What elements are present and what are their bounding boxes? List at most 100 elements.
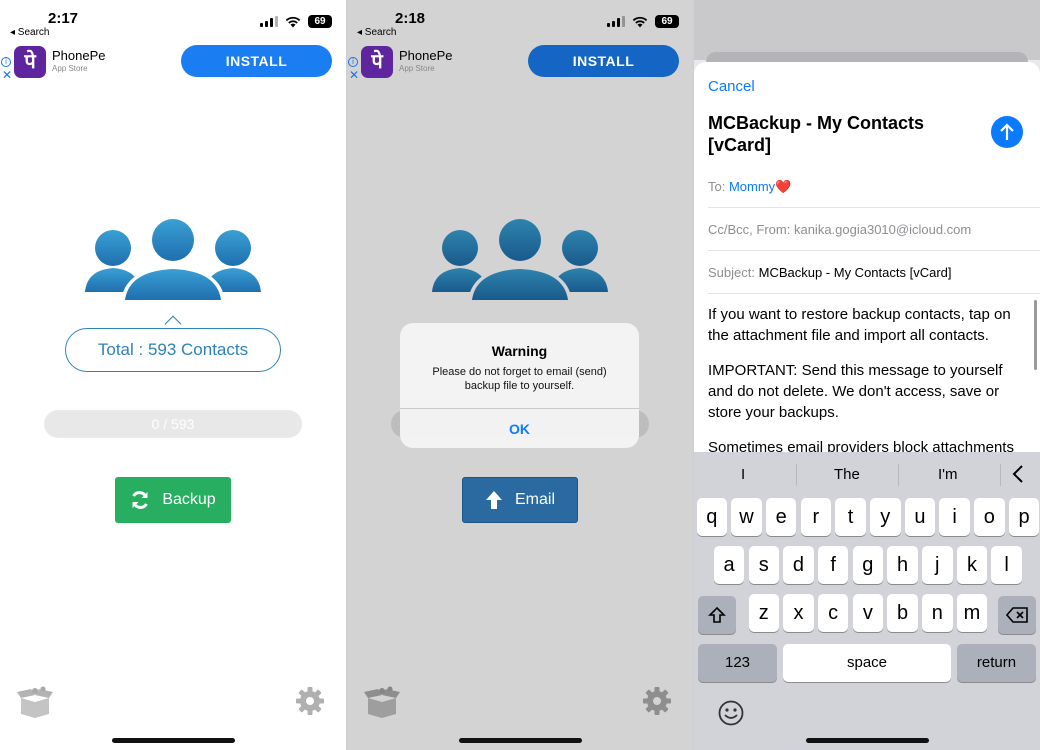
send-button[interactable] [991,116,1023,148]
cellular-signal-icon [607,16,625,27]
home-indicator[interactable] [459,738,582,743]
key-p[interactable]: p [1008,498,1040,536]
phonepe-app-icon[interactable]: पे [14,46,46,78]
key-c[interactable]: c [817,594,849,632]
key-i[interactable]: i [939,498,970,536]
status-icons: 69 [260,15,332,28]
ad-close-icon[interactable]: ✕ [2,68,12,82]
key-y[interactable]: y [870,498,901,536]
home-indicator[interactable] [112,738,235,743]
key-a[interactable]: a [713,546,745,584]
emoji-icon[interactable] [718,700,744,726]
settings-gear-icon[interactable] [295,686,325,716]
body-paragraph: If you want to restore backup contacts, … [708,306,1011,344]
backup-button[interactable]: Backup [115,477,231,523]
status-time: 2:17 [48,10,79,27]
background-screen [694,0,1040,60]
cancel-button[interactable]: Cancel [708,78,755,95]
wifi-icon [632,16,648,27]
dialog-ok-button[interactable]: OK [400,408,639,448]
key-u[interactable]: u [904,498,936,536]
warning-dialog: Warning Please do not forget to email (s… [400,323,639,448]
backspace-icon [1005,607,1028,623]
panel-mail-compose: Cancel MCBackup - My Contacts [vCard] To… [694,0,1040,750]
install-button[interactable]: INSTALL [181,45,332,77]
open-box-icon[interactable] [17,686,53,718]
suggestion-bar: I The I'm [694,452,1040,496]
scrollbar[interactable] [1034,300,1037,370]
settings-gear-icon[interactable] [642,686,672,716]
key-x[interactable]: x [783,594,814,632]
key-f[interactable]: f [817,546,849,584]
email-button[interactable]: Email [462,477,578,523]
key-k[interactable]: k [956,546,988,584]
back-to-search-link[interactable]: ◂ Search [10,27,49,38]
key-l[interactable]: l [991,546,1022,584]
suggestion-item[interactable]: I'm [938,466,958,483]
ad-app-name: PhonePe [399,48,453,63]
key-q[interactable]: q [696,498,727,536]
cc-from-label: Cc/Bcc, From: [708,222,791,237]
key-z[interactable]: z [748,594,779,632]
open-box-icon[interactable] [364,686,400,718]
phonepe-app-icon[interactable]: पे [361,46,393,78]
key-o[interactable]: o [974,498,1005,536]
upload-arrow-icon [485,491,502,509]
cellular-signal-icon [260,16,278,27]
key-w[interactable]: w [731,498,762,536]
key-b[interactable]: b [887,594,918,632]
message-body[interactable]: If you want to restore backup contacts, … [708,304,1026,458]
install-button[interactable]: INSTALL [528,45,679,77]
key-e[interactable]: e [765,498,797,536]
suggestion-divider [1000,464,1001,486]
keyboard: I The I'm qwertyuiop asdfghjkl zxcvbnm 1… [694,452,1040,750]
key-v[interactable]: v [852,594,884,632]
ad-info-icon[interactable]: i [348,57,358,67]
shift-icon [708,606,726,623]
contacts-group-icon [85,216,261,301]
compose-title: MCBackup - My Contacts [vCard] [708,113,925,155]
key-r[interactable]: r [800,498,832,536]
key-j[interactable]: j [922,546,953,584]
battery-icon: 69 [655,15,679,28]
wifi-icon [285,16,301,27]
status-time: 2:18 [395,10,426,27]
shift-key[interactable] [698,596,736,634]
home-indicator[interactable] [806,738,929,743]
suggestion-divider [898,464,899,486]
key-d[interactable]: d [783,546,814,584]
to-label: To: [708,179,726,194]
numbers-key[interactable]: 123 [698,644,777,682]
ad-info-icon[interactable]: i [1,57,11,67]
chevron-left-icon[interactable] [1012,464,1024,484]
key-s[interactable]: s [748,546,779,584]
total-contacts-label: Total : 593 Contacts [65,328,281,372]
arrow-up-icon [1000,123,1014,140]
cc-from-field[interactable]: Cc/Bcc, From: kanika.gogia3010@icloud.co… [708,209,1040,251]
panel-warning-dialog: 2:18 ◂ Search 69 i ✕ पे PhonePe App Stor… [347,0,693,750]
key-t[interactable]: t [835,498,866,536]
backup-progress-bar: 0 / 593 [44,410,302,438]
battery-icon: 69 [308,15,332,28]
return-key[interactable]: return [957,644,1036,682]
backup-button-label: Backup [162,491,216,508]
key-m[interactable]: m [956,594,988,632]
to-field[interactable]: To: Mommy❤️ [708,166,1040,208]
delete-key[interactable] [998,596,1036,634]
to-recipient[interactable]: Mommy❤️ [729,179,791,194]
ad-store-label: App Store [52,64,88,73]
ad-close-icon[interactable]: ✕ [349,68,359,82]
dialog-message: Please do not forget to email (send) bac… [432,366,607,392]
suggestion-item[interactable]: The [834,466,860,483]
subject-label: Subject: [708,265,755,280]
panel-backup-screen: 2:17 ◂ Search 69 i ✕ पे PhonePe App Stor… [0,0,346,750]
suggestion-item[interactable]: I [741,466,745,483]
key-g[interactable]: g [852,546,884,584]
key-h[interactable]: h [887,546,918,584]
key-n[interactable]: n [922,594,953,632]
ad-store-label: App Store [399,64,435,73]
back-to-search-link[interactable]: ◂ Search [357,27,396,38]
mail-compose-sheet: Cancel MCBackup - My Contacts [vCard] To… [694,62,1040,458]
subject-field[interactable]: Subject: MCBackup - My Contacts [vCard] [708,252,1040,294]
space-key[interactable]: space [783,644,951,682]
